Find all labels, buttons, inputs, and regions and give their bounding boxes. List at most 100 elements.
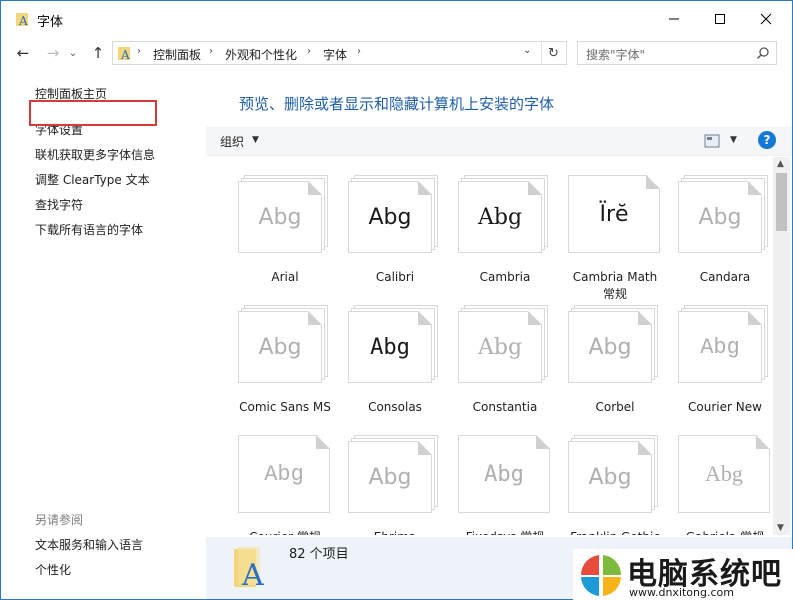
font-page: Abg	[458, 181, 542, 253]
font-preview-icon: Abg	[348, 175, 442, 255]
font-item[interactable]: Abg Arial	[220, 167, 330, 297]
font-preview-icon: Abg	[568, 435, 662, 515]
back-arrow-icon: ←	[16, 44, 30, 62]
font-sample-text: Abg	[588, 464, 632, 490]
fonts-window: A 字体 ← → ⌄ ↑ A › 控制面板 › 外观和个性化 › 字体 › ⌄ …	[0, 0, 793, 600]
font-preview-icon: Abg	[568, 305, 662, 385]
scrollbar-thumb[interactable]	[776, 173, 787, 231]
font-sample-text: Abg	[698, 204, 742, 230]
font-item[interactable]: AbgFranklin Gothic	[550, 427, 660, 535]
font-sample-text: Ïrĕ	[599, 201, 629, 227]
font-sample-text: Abg	[477, 334, 523, 360]
page-fold	[418, 441, 432, 455]
font-page: Abg	[348, 311, 432, 383]
breadcrumb-appearance[interactable]: 外观和个性化	[225, 46, 297, 63]
font-item[interactable]: AbgEbrima	[330, 427, 440, 535]
search-icon[interactable]	[756, 46, 770, 60]
organize-dropdown-icon[interactable]: ▼	[252, 135, 259, 145]
help-button[interactable]: ?	[758, 131, 776, 149]
breadcrumb-fonts[interactable]: 字体	[323, 46, 347, 63]
navigation-bar: ← → ⌄ ↑ A › 控制面板 › 外观和个性化 › 字体 › ⌄ ↻ 搜索"…	[1, 37, 792, 69]
page-heading: 预览、删除或者显示和隐藏计算机上安装的字体	[239, 95, 555, 113]
font-page: Abg	[678, 181, 762, 253]
font-page: Abg	[458, 435, 550, 513]
window-title: 字体	[37, 15, 64, 30]
font-item[interactable]: Ïrĕ Cambria Math 常规	[550, 167, 662, 301]
item-count: 82 个项目	[289, 547, 349, 562]
fonts-folder-icon: A	[16, 13, 28, 27]
font-sample-text: Abg	[258, 204, 302, 230]
font-sample-text: Abg	[258, 334, 302, 360]
text-services-link[interactable]: 文本服务和输入语言	[35, 536, 143, 553]
search-input[interactable]: 搜索"字体"	[577, 41, 777, 65]
minimize-button[interactable]	[651, 1, 697, 37]
vertical-scrollbar[interactable]: ▲ ▼	[773, 157, 790, 535]
cleartype-highlight-box	[29, 100, 157, 126]
font-page: Abg	[348, 181, 432, 253]
fonts-folder-large-icon: A	[234, 547, 264, 589]
font-name-label: Candara	[699, 270, 751, 284]
page-fold	[748, 311, 762, 325]
font-preview-icon: Abg	[678, 175, 772, 255]
font-item[interactable]: Abg Candara	[660, 167, 770, 297]
forward-button[interactable]: →	[43, 43, 63, 63]
address-bar[interactable]: A › 控制面板 › 外观和个性化 › 字体 › ⌄ ↻	[112, 41, 567, 65]
font-item[interactable]: Abg Cambria	[440, 167, 550, 297]
page-fold	[308, 181, 322, 195]
font-item[interactable]: AbgCourier 常规	[220, 427, 330, 535]
organize-button[interactable]: 组织	[220, 133, 244, 150]
font-sample-text: Abg	[477, 204, 523, 230]
close-button[interactable]	[743, 1, 789, 37]
refresh-button[interactable]: ↻	[541, 42, 565, 64]
page-fold	[528, 181, 542, 195]
watermark-url: www.dnxitong.com	[629, 586, 734, 599]
font-preview-icon: Abg	[458, 175, 552, 255]
chevron-down-icon: ⌄	[68, 47, 78, 59]
windows-logo-icon	[581, 555, 622, 596]
font-preview-icon: Ïrĕ	[568, 175, 662, 255]
font-page: Abg	[238, 181, 322, 253]
view-options-dropdown-icon[interactable]: ▼	[730, 135, 737, 145]
page-fold	[748, 181, 762, 195]
minimize-icon	[669, 18, 679, 20]
change-view-icon[interactable]	[704, 134, 720, 148]
page-fold	[528, 311, 542, 325]
adjust-cleartype-link[interactable]: 调整 ClearType 文本	[35, 171, 150, 188]
breadcrumb-separator-icon: ›	[357, 46, 361, 57]
recent-locations-button[interactable]: ⌄	[63, 43, 83, 63]
address-dropdown-icon[interactable]: ⌄	[523, 45, 531, 56]
find-character-link[interactable]: 查找字符	[35, 196, 83, 213]
font-item[interactable]: Abg Courier New	[660, 297, 770, 427]
up-button[interactable]: ↑	[88, 43, 108, 63]
download-all-fonts-link[interactable]: 下载所有语言的字体	[35, 221, 143, 238]
font-item[interactable]: AbgFixedsys 常规	[440, 427, 550, 535]
font-item[interactable]: Abg Constantia	[440, 297, 550, 427]
forward-arrow-icon: →	[46, 44, 60, 62]
page-fold	[638, 441, 652, 455]
maximize-button[interactable]	[697, 1, 743, 37]
svg-text:A: A	[241, 558, 264, 589]
font-item[interactable]: Abg Consolas	[330, 297, 440, 427]
font-item[interactable]: Abg Corbel	[550, 297, 660, 427]
scroll-up-icon[interactable]: ▲	[777, 159, 784, 169]
font-item[interactable]: Abg Comic Sans MS	[220, 297, 331, 427]
breadcrumb-control-panel[interactable]: 控制面板	[153, 46, 201, 63]
personalization-link[interactable]: 个性化	[35, 561, 71, 578]
help-icon: ?	[763, 133, 771, 147]
font-page: Abg	[568, 311, 652, 383]
scroll-down-icon[interactable]: ▼	[777, 523, 784, 533]
online-font-info-link[interactable]: 联机获取更多字体信息	[35, 146, 155, 163]
font-item[interactable]: Abg Gabriola 常规	[660, 427, 770, 535]
font-item[interactable]: Abg Calibri	[330, 167, 440, 297]
maximize-icon	[715, 14, 725, 24]
page-fold	[308, 311, 322, 325]
font-name-label: Gabriola 常规	[660, 529, 773, 535]
site-watermark: 电脑系统吧 www.dnxitong.com	[573, 549, 793, 600]
command-toolbar: 组织 ▼ ▼ ?	[206, 126, 792, 156]
page-fold	[638, 311, 652, 325]
back-button[interactable]: ←	[13, 43, 33, 63]
font-sample-text: Abg	[368, 464, 412, 490]
title-bar: A 字体	[1, 1, 792, 37]
page-fold	[756, 435, 770, 449]
font-grid: Abg Arial Abg Calibri Abg Cambria Ïrĕ Cambria M…	[206, 157, 773, 535]
